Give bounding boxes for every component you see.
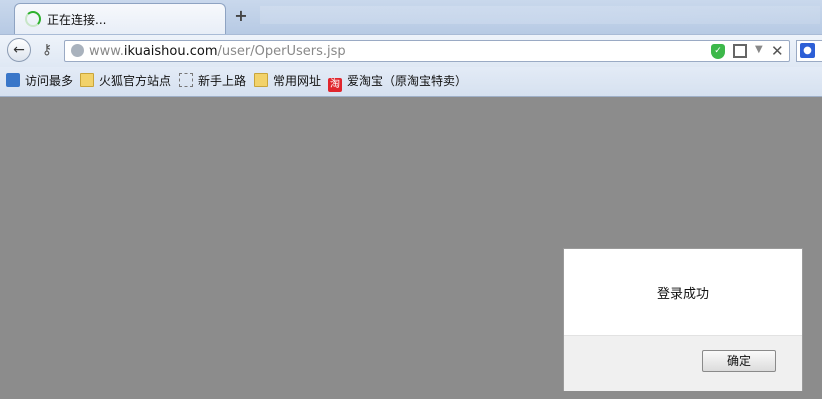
- folder-icon: [254, 73, 268, 87]
- bookmark-common-sites[interactable]: 常用网址: [254, 73, 321, 91]
- url-path: /user/OperUsers.jsp: [217, 44, 346, 59]
- url-prefix: www.: [89, 44, 124, 59]
- url-text[interactable]: www.ikuaishou.com/user/OperUsers.jsp: [89, 44, 346, 59]
- bookmark-getting-started[interactable]: 新手上路: [179, 73, 246, 91]
- browser-tab-active[interactable]: 正在连接...: [14, 3, 226, 34]
- address-bar[interactable]: www.ikuaishou.com/user/OperUsers.jsp ✓ ▼…: [64, 40, 790, 62]
- tab-title: 正在连接...: [47, 13, 107, 27]
- url-host: ikuaishou.com: [123, 44, 218, 59]
- bookmark-label: 访问最多: [25, 74, 74, 88]
- key-icon[interactable]: ⚷: [38, 41, 56, 59]
- search-engine-box[interactable]: ●: [796, 40, 822, 62]
- dashed-box-icon: [179, 73, 193, 87]
- bookmark-firefox-official[interactable]: 火狐官方站点: [80, 73, 171, 91]
- ok-button[interactable]: 确定: [702, 350, 776, 372]
- bookmark-label: 新手上路: [198, 74, 247, 88]
- baidu-paw-icon: ●: [800, 43, 815, 58]
- stop-icon[interactable]: ✕: [771, 42, 784, 60]
- bookmark-label: 常用网址: [273, 74, 322, 88]
- globe-icon: [71, 44, 84, 57]
- security-shield-icon[interactable]: ✓: [711, 44, 725, 59]
- bookmark-label: 火狐官方站点: [99, 74, 172, 88]
- bookmarks-bar: 访问最多 火狐官方站点 新手上路 常用网址 淘爱淘宝（原淘宝特卖）: [0, 67, 822, 97]
- navigation-bar: ← ⚷ www.ikuaishou.com/user/OperUsers.jsp…: [0, 34, 822, 67]
- blurred-tab-area: [260, 6, 820, 24]
- url-dropdown-icon[interactable]: ▼: [755, 44, 763, 55]
- folder-icon: [80, 73, 94, 87]
- most-visited-icon: [6, 73, 20, 87]
- tab-strip: 正在连接... +: [0, 0, 822, 34]
- bookmark-most-visited[interactable]: 访问最多: [6, 73, 73, 91]
- bookmark-label: 爱淘宝（原淘宝特卖）: [347, 74, 468, 88]
- bookmark-aitaobao[interactable]: 淘爱淘宝（原淘宝特卖）: [328, 73, 468, 92]
- taobao-icon: 淘: [328, 78, 342, 92]
- qr-code-icon[interactable]: [733, 44, 747, 58]
- new-tab-button[interactable]: +: [232, 7, 250, 25]
- dialog-footer: 确定: [564, 335, 802, 391]
- loading-spinner-icon: [25, 11, 41, 27]
- dialog-message: 登录成功: [656, 287, 709, 302]
- alert-dialog: 登录成功 确定: [563, 248, 803, 391]
- back-button[interactable]: ←: [7, 38, 31, 62]
